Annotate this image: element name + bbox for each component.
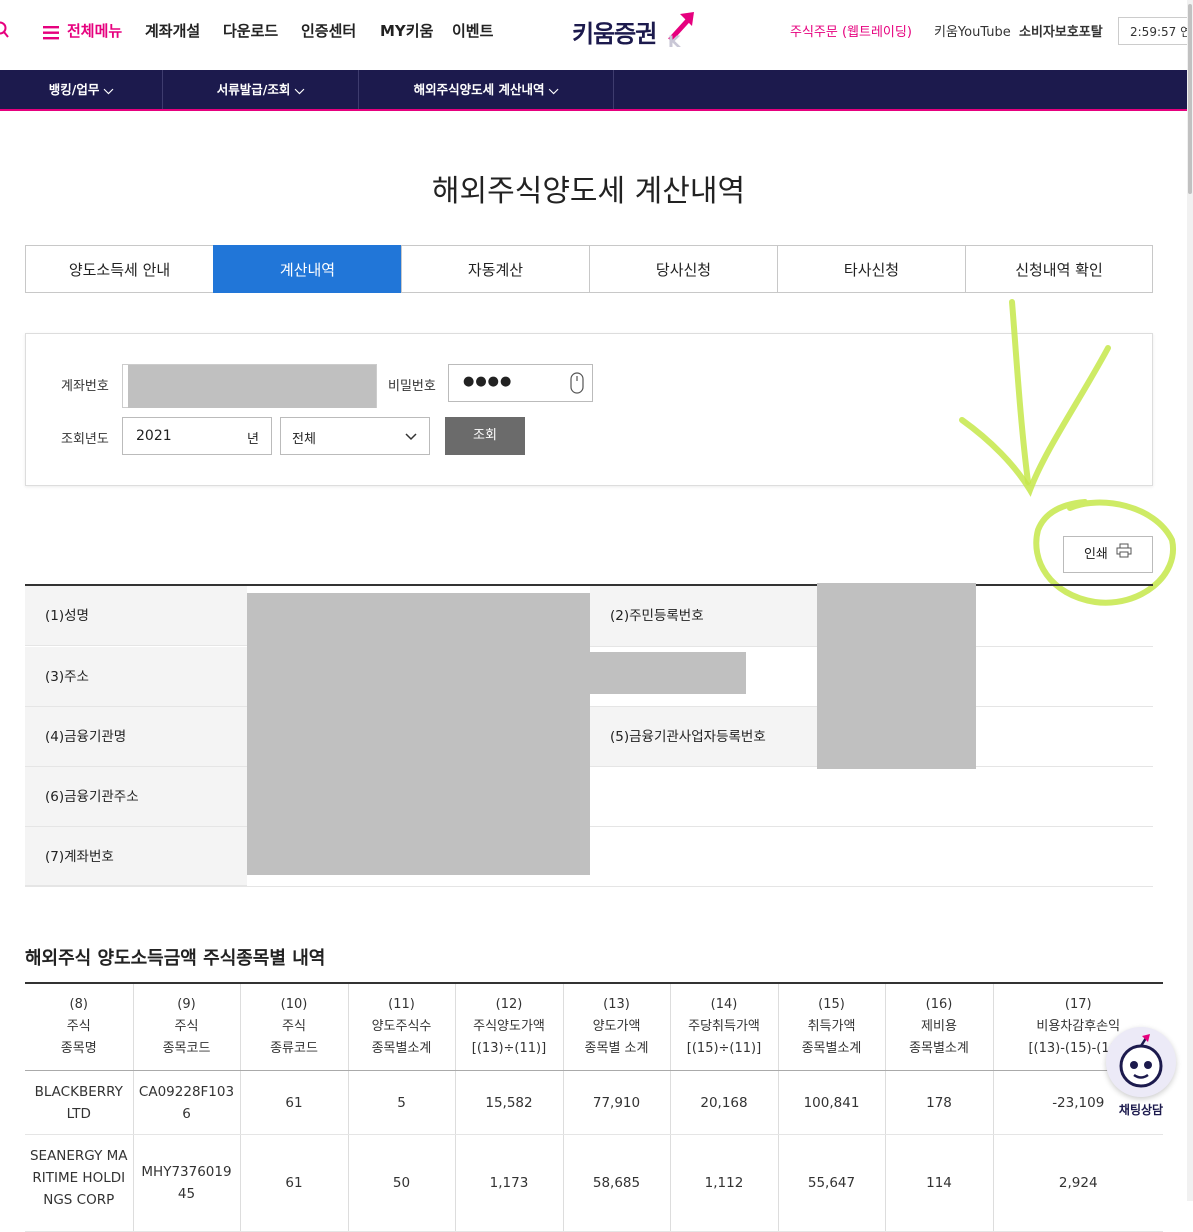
nav-documents[interactable]: 서류발급/조회 ⌵ bbox=[163, 70, 359, 109]
cell-acq-total: 55,647 bbox=[777, 1134, 885, 1232]
cell-type-code: 61 bbox=[239, 1070, 348, 1135]
row-divider bbox=[25, 886, 1153, 887]
cell-shares: 50 bbox=[347, 1134, 455, 1232]
page-title: 해외주식양도세 계산내역 bbox=[431, 174, 746, 209]
stock-section-title: 해외주식 양도소득금액 주식종목별 내역 bbox=[25, 948, 326, 969]
mouse-icon[interactable] bbox=[570, 372, 584, 398]
table-header-row: (8) 주식 종목명 (9) 주식 종목코드 (10) 주식 종류코드 (11) 양도주식수 종… bbox=[25, 982, 1163, 1071]
cell-expenses: 178 bbox=[884, 1070, 993, 1135]
redacted-personal-info bbox=[247, 593, 590, 875]
nav-download[interactable]: 다운로드 bbox=[223, 20, 278, 41]
cell-sale-total: 58,685 bbox=[562, 1134, 670, 1232]
annotation-arrow-circle bbox=[959, 299, 1177, 606]
nav-event[interactable]: 이벤트 bbox=[452, 20, 493, 41]
cell-acq-price: 20,168 bbox=[669, 1070, 778, 1135]
cell-stock-name: SEANERGY MARITIME HOLDINGS CORP bbox=[25, 1134, 133, 1232]
col-header: (16) 제비용 종목별소계 bbox=[884, 982, 993, 1071]
cell-shares: 5 bbox=[347, 1070, 455, 1135]
col-header: (13) 양도가액 종목별 소계 bbox=[562, 982, 670, 1071]
session-clock[interactable]: 2:59:57 연 bbox=[1118, 17, 1193, 45]
top-header: 전체메뉴 계좌개설 다운로드 인증센터 MY키움 이벤트 키움증권 K 주식주문… bbox=[0, 0, 1193, 70]
logo[interactable]: 키움증권 K bbox=[572, 10, 702, 50]
search-icon[interactable] bbox=[0, 21, 10, 39]
tab-auto-calc[interactable]: 자동계산 bbox=[401, 245, 590, 293]
cell-sale-price: 1,173 bbox=[454, 1134, 563, 1232]
cell-acq-price: 1,112 bbox=[669, 1134, 778, 1232]
resident-number-label: (2)주민등록번호 bbox=[590, 586, 817, 646]
nav-account-open[interactable]: 계좌개설 bbox=[145, 20, 200, 41]
all-menu-button[interactable]: 전체메뉴 bbox=[67, 20, 122, 41]
type-select[interactable]: 전체 bbox=[280, 417, 430, 455]
tab-apply-other[interactable]: 타사신청 bbox=[777, 245, 966, 293]
chat-button[interactable] bbox=[1106, 1027, 1176, 1097]
chat-label[interactable]: 채팅상담 bbox=[1106, 1101, 1176, 1118]
youtube-link[interactable]: 키움YouTube bbox=[934, 21, 1011, 40]
chevron-down-icon bbox=[405, 429, 417, 445]
query-button[interactable]: 조회 bbox=[445, 417, 525, 455]
col-header: (12) 주식양도가액 [(13)÷(11)] bbox=[454, 982, 563, 1071]
svg-text:K: K bbox=[668, 32, 681, 48]
web-trading-link[interactable]: 주식주문 (웹트레이딩) bbox=[790, 21, 912, 40]
col-header: (8) 주식 종목명 bbox=[25, 982, 133, 1071]
cell-expenses: 114 bbox=[884, 1134, 993, 1232]
chevron-down-icon: ⌵ bbox=[548, 82, 559, 97]
tab-application-history[interactable]: 신청내역 확인 bbox=[965, 245, 1153, 293]
logo-arrow-icon: K bbox=[668, 12, 694, 48]
cell-net-gain: 2,924 bbox=[992, 1134, 1163, 1232]
cell-sale-price: 15,582 bbox=[454, 1070, 563, 1135]
col-header: (9) 주식 종목코드 bbox=[132, 982, 240, 1071]
account-label: 계좌번호 bbox=[61, 379, 109, 394]
tab-tax-guide[interactable]: 양도소득세 안내 bbox=[25, 245, 214, 293]
redacted-id-numbers bbox=[817, 583, 976, 769]
col-header: (14) 주당취득가액 [(15)÷(11)] bbox=[669, 982, 778, 1071]
hamburger-icon[interactable] bbox=[43, 25, 59, 40]
col-header: (10) 주식 종류코드 bbox=[239, 982, 348, 1071]
cell-sale-total: 77,910 bbox=[562, 1070, 670, 1135]
chatbot-icon bbox=[1119, 1034, 1163, 1088]
cell-acq-total: 100,841 bbox=[777, 1070, 885, 1135]
sub-navbar: 뱅킹/업무 ⌵ 서류발급/조회 ⌵ 해외주식양도세 계산내역 ⌵ bbox=[0, 70, 1187, 111]
password-field[interactable]: ●●●● bbox=[448, 364, 593, 402]
cell-stock-name: BLACKBERRY LTD bbox=[25, 1070, 133, 1135]
nav-my-kiwoom[interactable]: MY키움 bbox=[380, 20, 433, 41]
nav-cert-center[interactable]: 인증센터 bbox=[301, 20, 356, 41]
stock-table: (8) 주식 종목명 (9) 주식 종목코드 (10) 주식 종류코드 (11) 양도주식수 종… bbox=[25, 982, 1163, 1232]
institution-name-label: (4)금융기관명 bbox=[25, 707, 247, 767]
name-label: (1)성명 bbox=[25, 586, 247, 646]
address-label: (3)주소 bbox=[25, 647, 247, 707]
year-label: 조회년도 bbox=[61, 432, 109, 447]
institution-biz-number-label: (5)금융기관사업자등록번호 bbox=[590, 707, 817, 767]
table-row: SEANERGY MARITIME HOLDINGS CORP MHY73760… bbox=[25, 1134, 1163, 1232]
tab-calculation[interactable]: 계산내역 bbox=[213, 245, 402, 293]
consumer-portal-link[interactable]: 소비자보호포탈 bbox=[1019, 21, 1103, 40]
password-label: 비밀번호 bbox=[388, 379, 436, 394]
nav-banking[interactable]: 뱅킹/업무 ⌵ bbox=[0, 70, 163, 109]
redacted-account bbox=[128, 365, 376, 408]
account-number-label: (7)계좌번호 bbox=[25, 827, 247, 886]
cell-stock-code: CA09228F1036 bbox=[132, 1070, 240, 1135]
redacted-address bbox=[589, 652, 746, 694]
col-header: (15) 취득가액 종목별소계 bbox=[777, 982, 885, 1071]
table-row: BLACKBERRY LTD CA09228F1036 61 5 15,582 … bbox=[25, 1070, 1163, 1135]
cell-type-code: 61 bbox=[239, 1134, 348, 1232]
nav-overseas-tax[interactable]: 해외주식양도세 계산내역 ⌵ bbox=[359, 70, 614, 109]
cell-stock-code: MHY737601945 bbox=[132, 1134, 240, 1232]
chevron-down-icon: ⌵ bbox=[294, 82, 305, 97]
scrollbar-thumb[interactable] bbox=[1188, 4, 1192, 194]
year-input[interactable]: 2021 년 bbox=[122, 417, 272, 455]
chevron-down-icon: ⌵ bbox=[103, 82, 114, 97]
institution-address-label: (6)금융기관주소 bbox=[25, 767, 247, 827]
tab-apply-here[interactable]: 당사신청 bbox=[589, 245, 778, 293]
col-header: (11) 양도주식수 종목별소계 bbox=[347, 982, 455, 1071]
